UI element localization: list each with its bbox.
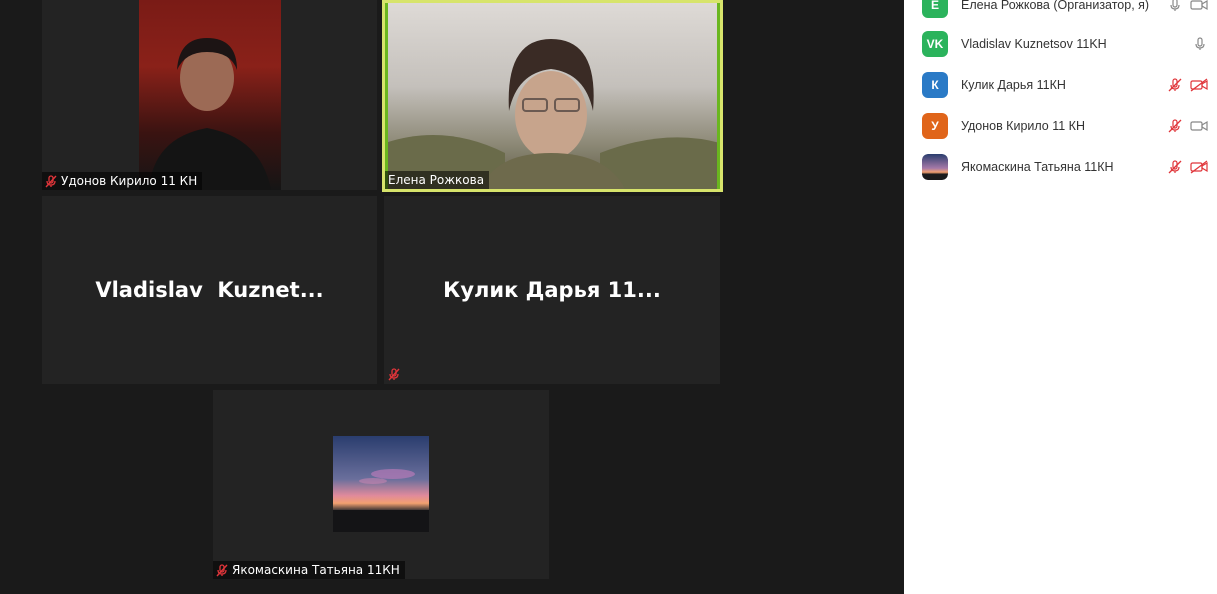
avatar: У xyxy=(922,112,948,139)
person-silhouette xyxy=(385,39,720,189)
participant-row[interactable]: К Кулик Дарья 11КН xyxy=(904,64,1217,105)
participant-display-name: Кулик Дарья 11... xyxy=(443,278,661,302)
avatar-sunset xyxy=(922,153,948,180)
participant-row[interactable]: Якомаскина Татьяна 11КН xyxy=(904,146,1217,187)
mic-muted-icon xyxy=(388,368,400,381)
participant-name-tag: Удонов Кирило 11 КН xyxy=(42,172,203,190)
participant-name-tag: Якомаскина Татьяна 11КН xyxy=(213,561,405,579)
camera-off-icon[interactable] xyxy=(1190,77,1208,92)
participant-display-name: Vladislav Kuznet... xyxy=(95,278,324,302)
camera-off-icon[interactable] xyxy=(1190,159,1208,174)
participants-panel: Е Елена Рожкова (Организатор, я) VK Vlad… xyxy=(904,0,1217,594)
camera-icon[interactable] xyxy=(1190,119,1208,133)
person-silhouette xyxy=(149,38,271,190)
participant-row[interactable]: У Удонов Кирило 11 КН xyxy=(904,105,1217,146)
participant-name: Елена Рожкова (Организатор, я) xyxy=(961,0,1150,12)
mic-muted-icon xyxy=(45,174,57,187)
mic-muted-icon[interactable] xyxy=(1168,118,1182,133)
mic-muted-icon[interactable] xyxy=(1168,159,1182,174)
participant-name: Якомаскина Татьяна 11КН xyxy=(961,159,1114,174)
video-tile-kuznetsov[interactable]: Vladislav Kuznet... xyxy=(42,196,377,384)
participant-name: Удонов Кирило 11 КН xyxy=(961,118,1085,133)
avatar: Е xyxy=(922,0,948,18)
participant-row[interactable]: VK Vladislav Kuznetsov 11KH xyxy=(904,23,1217,64)
video-tile-udonov[interactable]: Удонов Кирило 11 КН xyxy=(42,0,377,190)
camera-icon[interactable] xyxy=(1190,0,1208,12)
video-tile-kulik[interactable]: Кулик Дарья 11... xyxy=(384,196,720,384)
mic-muted-icon xyxy=(216,563,228,576)
mic-icon[interactable] xyxy=(1193,36,1207,51)
active-speaker-indicator xyxy=(385,3,388,189)
active-speaker-indicator xyxy=(717,3,720,189)
avatar: К xyxy=(922,71,948,98)
video-gallery: Удонов Кирило 11 КН Елена Рожкова Vladis… xyxy=(0,0,904,594)
participant-row[interactable]: Е Елена Рожкова (Организатор, я) xyxy=(904,0,1217,25)
participant-name: Vladislav Kuznetsov 11KH xyxy=(961,36,1107,51)
participant-name-tag: Елена Рожкова xyxy=(385,171,490,189)
mic-icon[interactable] xyxy=(1168,0,1182,12)
video-tile-rozhkova[interactable]: Елена Рожкова xyxy=(382,0,723,192)
participant-video xyxy=(385,3,720,189)
participant-video xyxy=(139,0,281,190)
participant-name: Кулик Дарья 11КН xyxy=(961,77,1066,92)
video-tile-yakomaskina[interactable]: Якомаскина Татьяна 11КН xyxy=(213,390,549,579)
mic-muted-icon[interactable] xyxy=(1168,77,1182,92)
profile-picture-sunset xyxy=(333,436,429,532)
avatar: VK xyxy=(922,30,948,57)
